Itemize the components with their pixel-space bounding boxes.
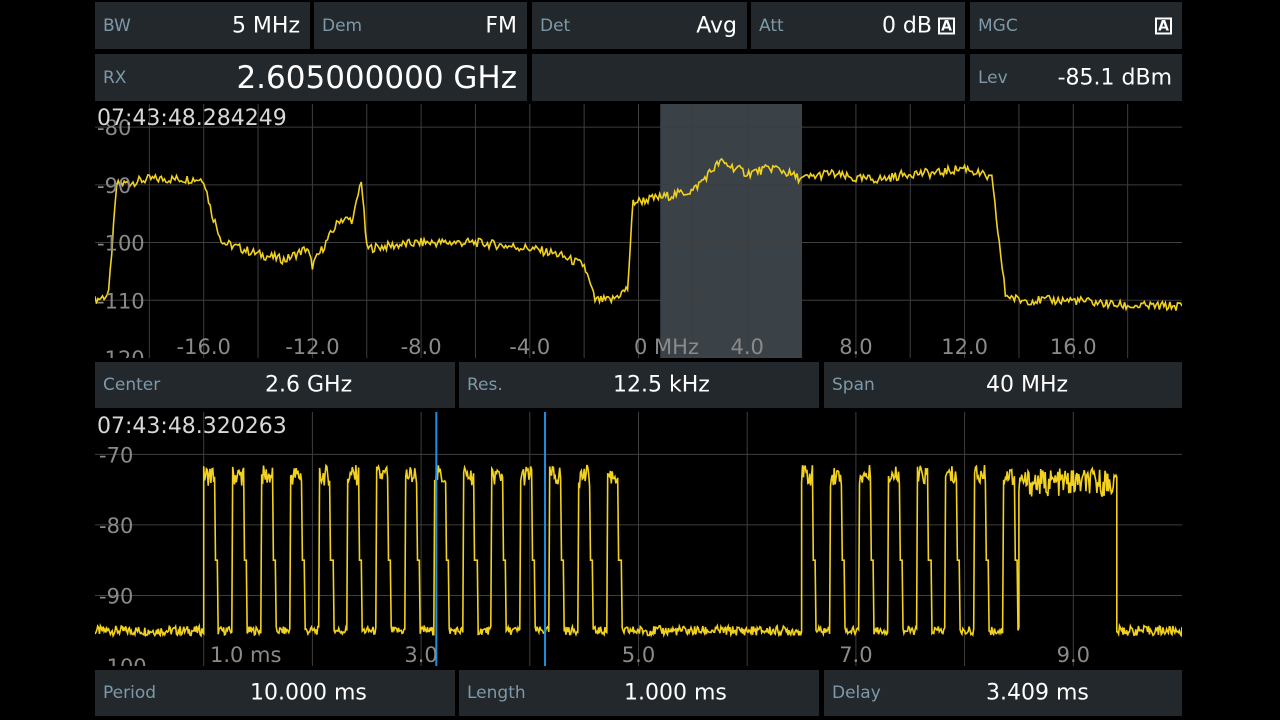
time-x-tick-label: 5.0 — [622, 643, 655, 666]
dem-value: FM — [485, 13, 517, 38]
period-label: Period — [103, 683, 157, 703]
time-x-tick-label: 3.0 — [404, 643, 437, 666]
center-label: Center — [103, 375, 161, 395]
dem-label: Dem — [322, 15, 363, 36]
det-label: Det — [540, 15, 571, 36]
bw-field[interactable]: BW 5 MHz — [95, 2, 310, 49]
mgc-auto-badge: A — [1155, 17, 1172, 34]
level-field: Lev -85.1 dBm — [970, 54, 1182, 101]
delay-value: 3.409 ms — [986, 680, 1089, 706]
att-value-group: 0 dB A — [882, 13, 955, 38]
res-value: 12.5 kHz — [613, 372, 710, 398]
spectrum-x-tick-label: -16.0 — [177, 335, 231, 358]
spectrum-x-tick-label: -12.0 — [285, 335, 339, 358]
att-field[interactable]: Att 0 dB A — [751, 2, 965, 49]
time-domain-timestamp: 07:43:48.320263 — [97, 414, 287, 439]
lev-label: Lev — [978, 67, 1008, 88]
channel-bandwidth-highlight — [660, 104, 802, 358]
mgc-label: MGC — [978, 15, 1018, 36]
att-auto-badge: A — [938, 17, 955, 34]
lev-value: -85.1 dBm — [1057, 65, 1172, 90]
empty-status-panel — [532, 54, 965, 101]
spectrum-x-tick-label: 16.0 — [1050, 335, 1097, 358]
spectrum-y-tick-label: -100 — [97, 232, 145, 256]
det-field[interactable]: Det Avg — [532, 2, 747, 49]
period-value: 10.000 ms — [250, 680, 367, 706]
spectrum-y-tick-label: -110 — [97, 289, 145, 313]
length-label: Length — [467, 683, 526, 703]
delay-field[interactable]: Delay 3.409 ms — [824, 670, 1182, 716]
bw-label: BW — [103, 15, 131, 36]
mgc-field[interactable]: MGC A — [970, 2, 1182, 49]
spectrum-timestamp: 07:43:48.284249 — [97, 106, 287, 131]
spectrum-x-tick-label: -4.0 — [509, 335, 550, 358]
time-y-tick-label: -100 — [99, 655, 147, 666]
rx-label: RX — [103, 67, 127, 88]
time-y-tick-label: -70 — [99, 443, 133, 467]
spectrum-chart: -80-90-100-110-120-16.0-12.0-8.0-4.00 MH… — [95, 104, 1182, 358]
mgc-value-group: A — [1149, 13, 1172, 38]
time-x-tick-label: 1.0 ms — [210, 643, 281, 666]
spectrum-x-tick-label: 0 MHz — [634, 335, 699, 358]
span-value: 40 MHz — [986, 372, 1069, 398]
period-field[interactable]: Period 10.000 ms — [95, 670, 455, 716]
spectrum-y-tick-label: -90 — [97, 174, 131, 198]
spectrum-plot[interactable]: -80-90-100-110-120-16.0-12.0-8.0-4.00 MH… — [95, 104, 1182, 358]
time-x-tick-label: 9.0 — [1057, 643, 1090, 666]
delay-label: Delay — [832, 683, 881, 703]
time-domain-chart: -60-70-80-90-1001.0 ms3.05.07.09.0 — [95, 412, 1182, 666]
time-x-tick-label: 7.0 — [839, 643, 872, 666]
time-y-tick-label: -90 — [99, 584, 133, 608]
time-y-tick-label: -80 — [99, 514, 133, 538]
center-field[interactable]: Center 2.6 GHz — [95, 362, 455, 408]
rx-frequency-value: 2.605000000 GHz — [236, 59, 517, 96]
spectrum-x-tick-label: -8.0 — [401, 335, 442, 358]
resolution-field[interactable]: Res. 12.5 kHz — [459, 362, 819, 408]
spectrum-x-tick-label: 8.0 — [839, 335, 872, 358]
rx-frequency-field[interactable]: RX 2.605000000 GHz — [95, 54, 527, 101]
det-value: Avg — [696, 13, 737, 38]
att-value: 0 dB — [881, 13, 932, 38]
spectrum-x-tick-label: 12.0 — [941, 335, 988, 358]
span-label: Span — [832, 375, 875, 395]
center-value: 2.6 GHz — [265, 372, 353, 398]
time-domain-plot[interactable]: -60-70-80-90-1001.0 ms3.05.07.09.0 07:43… — [95, 412, 1182, 666]
res-label: Res. — [467, 375, 503, 395]
att-label: Att — [759, 15, 784, 36]
dem-field[interactable]: Dem FM — [314, 2, 527, 49]
span-field[interactable]: Span 40 MHz — [824, 362, 1182, 408]
spectrum-x-tick-label: 4.0 — [730, 335, 763, 358]
spectrum-y-tick-label: -120 — [97, 347, 145, 358]
bw-value: 5 MHz — [231, 13, 300, 38]
length-field[interactable]: Length 1.000 ms — [459, 670, 819, 716]
length-value: 1.000 ms — [624, 680, 727, 706]
